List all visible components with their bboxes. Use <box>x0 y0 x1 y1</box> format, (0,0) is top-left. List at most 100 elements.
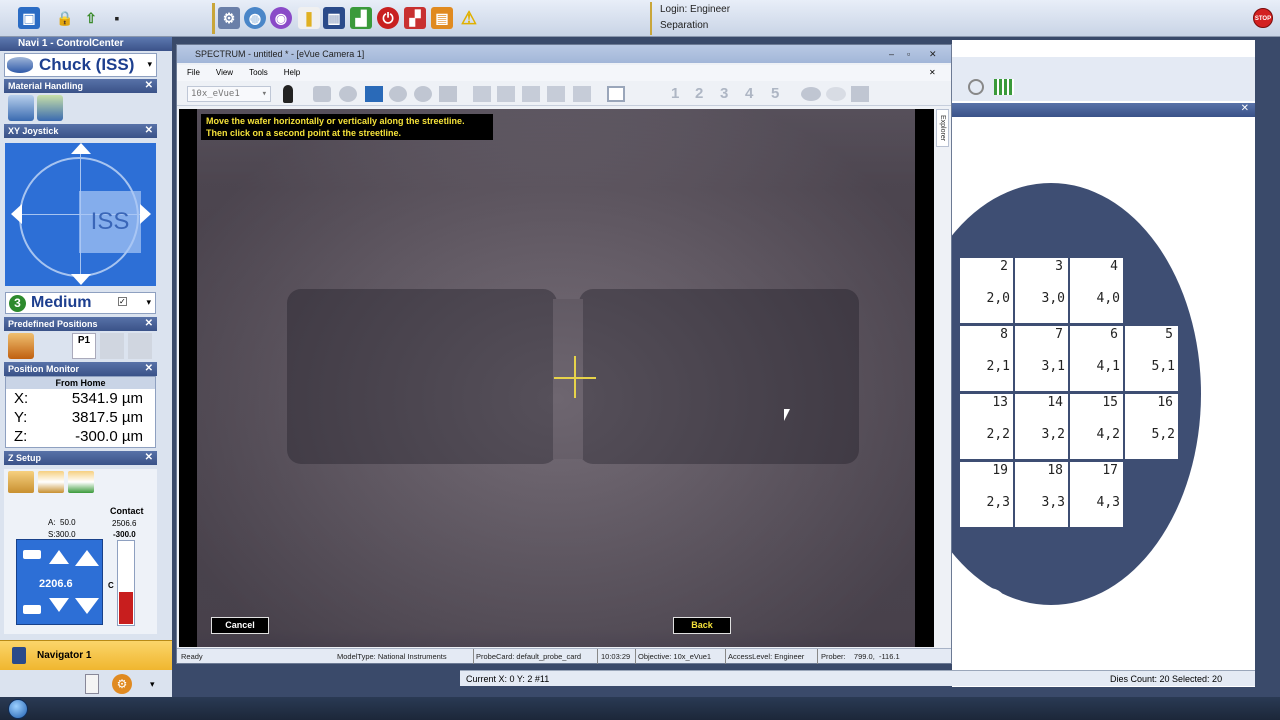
tool-icon-3[interactable] <box>389 86 407 102</box>
navigator-1-tab[interactable]: Navigator 1 <box>0 640 172 670</box>
die-cell[interactable]: 4 4,0 <box>1069 257 1124 324</box>
die-cell[interactable]: 19 2,3 <box>959 461 1014 528</box>
tool-icon-5[interactable] <box>439 86 457 102</box>
z-up-step-icon[interactable] <box>75 550 99 566</box>
material-unload-icon[interactable] <box>37 95 63 121</box>
chuck-selector[interactable]: Chuck (ISS) ▾ <box>4 53 157 77</box>
preset-2-button[interactable]: 2 <box>695 85 703 102</box>
tool-icon-7[interactable] <box>497 86 515 102</box>
lock-icon[interactable]: 🔒 <box>54 7 76 29</box>
tool-icon-12[interactable] <box>826 87 846 101</box>
z-down-step-icon[interactable] <box>75 598 99 614</box>
home-position-icon[interactable] <box>8 333 34 359</box>
z-contact-icon[interactable] <box>8 471 34 493</box>
minimize-icon[interactable]: – <box>1208 41 1222 52</box>
grid-icon[interactable] <box>994 79 1014 95</box>
display-icon[interactable] <box>607 86 625 102</box>
xy-joystick[interactable]: ISS <box>5 143 156 286</box>
cancel-button[interactable]: Cancel <box>211 617 269 634</box>
explorer-tab[interactable]: Explorer <box>936 109 949 147</box>
globe-icon[interactable]: ◍ <box>244 7 266 29</box>
z-down-icon[interactable] <box>49 598 69 612</box>
back-button[interactable]: Back <box>673 617 731 634</box>
light-icon[interactable]: ❚ <box>298 7 320 29</box>
position-slot-3[interactable] <box>128 333 152 359</box>
stop-button[interactable]: STOP <box>1253 8 1273 28</box>
objective-select[interactable]: 10x_eVue1 ▾ <box>187 86 271 102</box>
chart-icon[interactable]: ▟ <box>350 7 372 29</box>
die-cell[interactable]: 3 3,0 <box>1014 257 1069 324</box>
tool-icon-1[interactable] <box>313 86 331 102</box>
home-icon[interactable] <box>365 86 383 102</box>
chevron-down-icon[interactable]: ▾ <box>146 297 151 308</box>
wafer-icon[interactable]: ◉ <box>270 7 292 29</box>
close-icon[interactable]: ✕ <box>1233 41 1249 52</box>
tool-icon-9[interactable] <box>547 86 565 102</box>
chevron-down-icon[interactable]: ▾ <box>147 59 152 70</box>
light-bulb-icon[interactable] <box>283 85 293 103</box>
z-align-icon[interactable] <box>68 471 94 493</box>
minimize-icon[interactable]: – <box>889 45 894 63</box>
app-logo-icon[interactable]: ▣ <box>18 7 40 29</box>
menu-file[interactable]: File <box>187 68 200 77</box>
warning-icon[interactable]: ⚠ <box>458 7 480 29</box>
camera-view[interactable]: Move the wafer horizontally or verticall… <box>179 109 934 647</box>
tool-icon-13[interactable] <box>851 86 869 102</box>
p1-position-button[interactable]: P1 <box>72 333 96 359</box>
save-icon[interactable]: ▪ <box>106 7 128 29</box>
chevron-down-icon[interactable]: ▾ <box>150 679 155 690</box>
close-icon[interactable]: ✕ <box>145 317 153 331</box>
z-up-fast-icon[interactable] <box>23 550 41 559</box>
die-cell[interactable]: 13 2,2 <box>959 393 1014 460</box>
tool-icon-10[interactable] <box>573 86 591 102</box>
settings-icon[interactable]: ⚙ <box>112 674 132 694</box>
close-icon[interactable]: ✕ <box>145 79 153 93</box>
arrow-up-icon[interactable] <box>71 143 91 154</box>
arrow-down-icon[interactable] <box>71 274 91 285</box>
maximize-icon[interactable]: ▫ <box>1222 41 1234 52</box>
close-icon[interactable]: ✕ <box>145 124 153 138</box>
menu-view[interactable]: View <box>216 68 233 77</box>
die-cell[interactable]: 8 2,1 <box>959 325 1014 392</box>
die-cell[interactable]: 14 3,2 <box>1014 393 1069 460</box>
preset-4-button[interactable]: 4 <box>745 85 753 102</box>
close-icon[interactable]: ✕ <box>1241 103 1249 114</box>
z-move-pad[interactable]: 2206.6 <box>16 539 103 625</box>
die-cell[interactable]: 5 5,1 <box>1124 325 1179 392</box>
upload-icon[interactable]: ⇧ <box>80 7 102 29</box>
power-icon[interactable]: ⏻ <box>377 7 399 29</box>
report-icon[interactable]: ▤ <box>431 7 453 29</box>
wafer-map[interactable]: 2 2,0 3 3,0 4 4,0 8 2,1 7 3,1 6 4,1 5 5,1 13 2,2 14 3,2 15… <box>952 117 1255 670</box>
z-up-icon[interactable] <box>49 550 69 564</box>
die-cell[interactable]: 17 4,3 <box>1069 461 1124 528</box>
start-button[interactable] <box>8 699 28 719</box>
tool-icon-2[interactable] <box>339 86 357 102</box>
die-cell[interactable]: 2 2,0 <box>959 257 1014 324</box>
tool-icon-6[interactable] <box>473 86 491 102</box>
die-cell[interactable]: 15 4,2 <box>1069 393 1124 460</box>
close-icon[interactable]: ✕ <box>145 451 153 465</box>
close-icon[interactable]: ✕ <box>929 45 937 63</box>
menu-tools[interactable]: Tools <box>249 68 268 77</box>
probe-card-icon[interactable]: ▥ <box>323 7 345 29</box>
preset-5-button[interactable]: 5 <box>771 85 779 102</box>
z-down-fast-icon[interactable] <box>23 605 41 614</box>
tool-icon-4[interactable] <box>414 86 432 102</box>
die-cell[interactable]: 6 4,1 <box>1069 325 1124 392</box>
arrow-right-icon[interactable] <box>140 204 151 224</box>
die-cell[interactable]: 18 3,3 <box>1014 461 1069 528</box>
z-separation-icon[interactable] <box>38 471 64 493</box>
arrow-left-icon[interactable] <box>11 204 22 224</box>
microscope-icon[interactable]: ⚙ <box>218 7 240 29</box>
speed-selector[interactable]: 3 Medium ✓ ▾ <box>5 292 156 314</box>
material-load-icon[interactable] <box>8 95 34 121</box>
die-cell[interactable]: 16 5,2 <box>1124 393 1179 460</box>
menu-help[interactable]: Help <box>284 68 300 77</box>
checkbox-icon[interactable]: ✓ <box>118 297 127 306</box>
tool-icon-8[interactable] <box>522 86 540 102</box>
close-icon[interactable]: ✕ <box>145 362 153 376</box>
target-icon[interactable] <box>968 79 984 95</box>
preset-1-button[interactable]: 1 <box>671 85 679 102</box>
preset-3-button[interactable]: 3 <box>720 85 728 102</box>
close-icon[interactable]: ✕ <box>929 65 936 81</box>
